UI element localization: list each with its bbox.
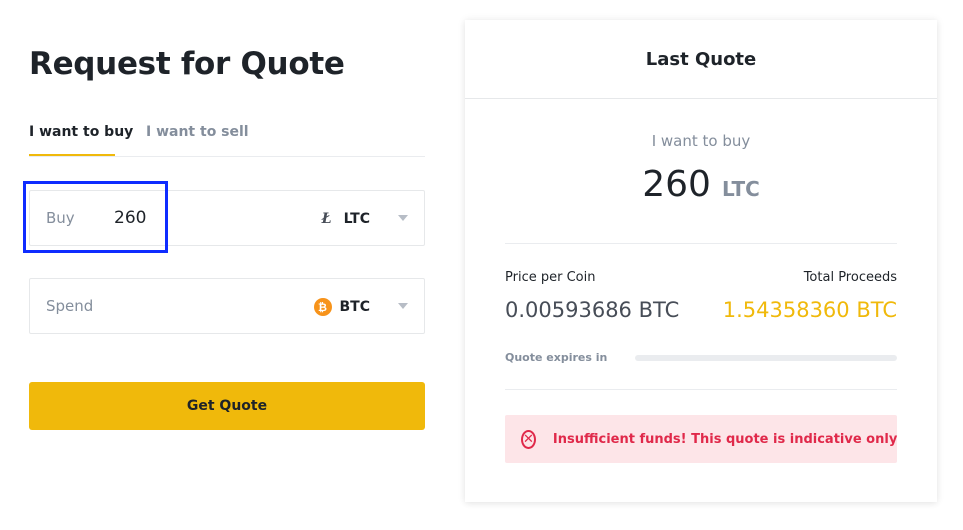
tab-sell[interactable]: I want to sell [146,124,249,140]
total-proceeds-value: 1.54358360 BTC [722,298,897,322]
quote-amount-value: 260 [642,164,711,205]
spend-field-label: Spend [46,297,94,315]
buy-amount-input[interactable]: 260 [114,208,146,228]
buy-field-label: Buy [46,209,75,227]
active-tab-indicator [29,154,115,156]
chevron-down-icon[interactable] [398,303,408,309]
last-quote-card: Last Quote I want to buy 260 LTC Price p… [465,20,937,502]
alert-message: Insufficient funds! This quote is indica… [552,431,898,447]
quote-expiry-progress [635,355,897,361]
page-title: Request for Quote [29,46,345,82]
chevron-down-icon[interactable] [398,215,408,221]
close-circle-icon: ✕ [521,429,536,449]
quote-amount-unit: LTC [722,177,760,201]
trade-direction-tabs: I want to buy I want to sell [29,120,425,157]
price-per-coin-label: Price per Coin [505,270,596,285]
get-quote-button[interactable]: Get Quote [29,382,425,430]
price-per-coin-value: 0.00593686 BTC [505,298,680,322]
divider [505,243,897,244]
divider [505,389,897,390]
total-proceeds-label: Total Proceeds [803,270,897,285]
quote-direction-label: I want to buy [651,132,751,150]
last-quote-title: Last Quote [465,20,937,99]
buy-coin-selector[interactable]: Ł LTC [318,209,370,229]
bitcoin-icon: ₿ [313,298,332,316]
spend-coin-selector[interactable]: ₿ BTC [313,297,371,317]
insufficient-funds-alert: ✕ Insufficient funds! This quote is indi… [505,415,897,463]
buy-field[interactable]: Buy 260 Ł LTC [29,190,425,246]
quote-expires-label: Quote expires in [505,351,608,364]
buy-coin-symbol: LTC [343,211,370,227]
spend-coin-symbol: BTC [339,299,371,315]
litecoin-icon: Ł [321,211,332,227]
tab-buy[interactable]: I want to buy [29,124,133,140]
page: Request for Quote I want to buy I want t… [0,0,963,530]
quote-amount: 260 LTC [465,164,937,205]
spend-field[interactable]: Spend ₿ BTC [29,278,425,334]
